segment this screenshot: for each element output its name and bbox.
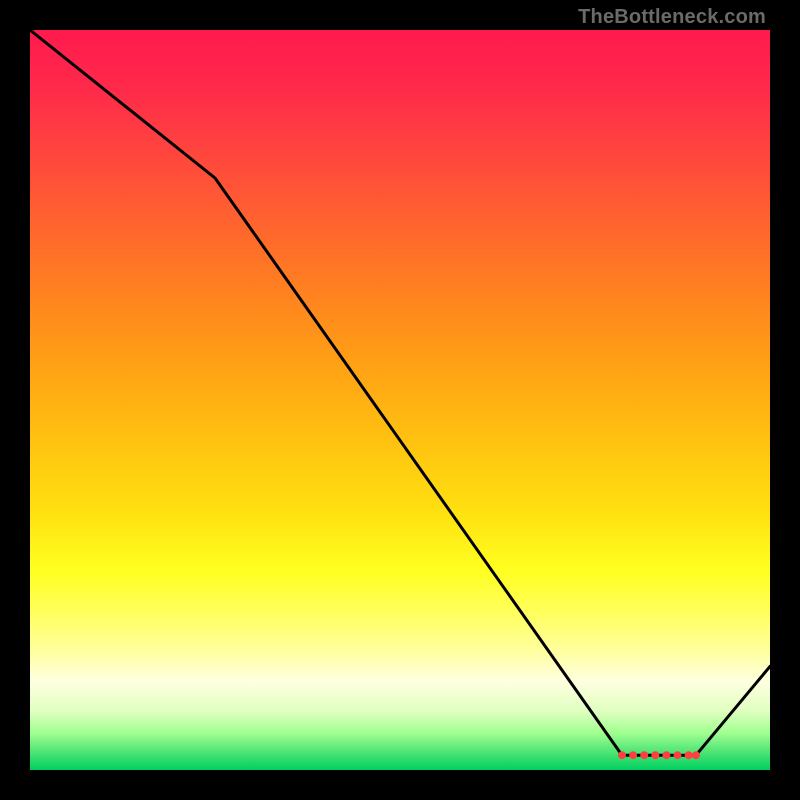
plot-gradient-area: [30, 30, 770, 770]
chart-container: TheBottleneck.com: [0, 0, 800, 800]
watermark-text: TheBottleneck.com: [578, 6, 766, 29]
